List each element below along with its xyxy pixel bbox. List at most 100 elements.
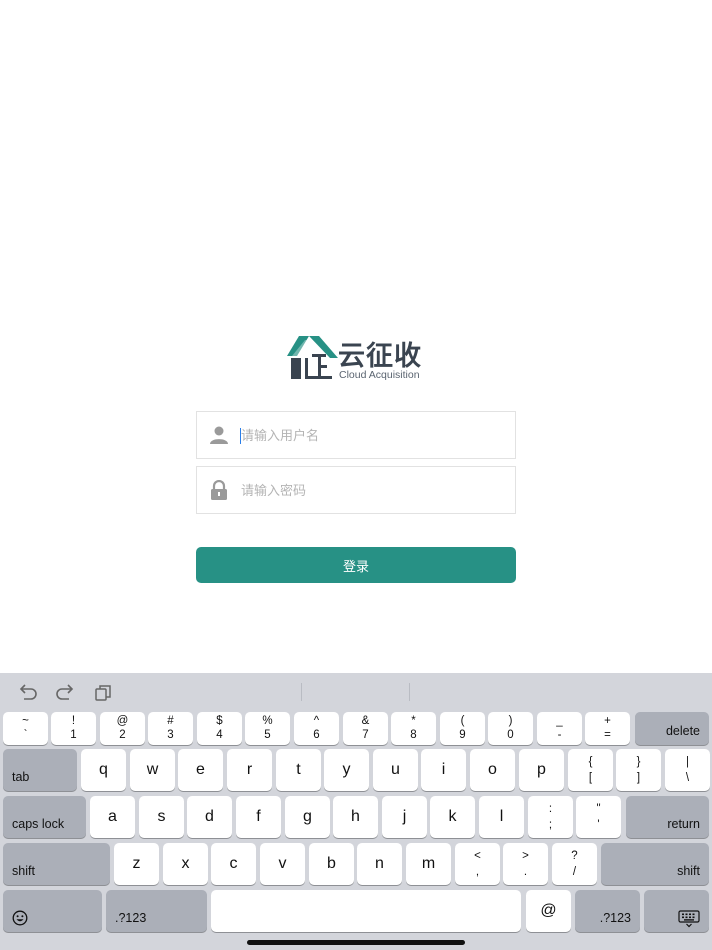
key-letter[interactable]: f: [236, 796, 281, 838]
key-letter[interactable]: o: [470, 749, 515, 791]
key-char: v: [278, 855, 287, 872]
key-top-char: %: [262, 715, 273, 727]
key-char: s: [157, 808, 166, 825]
key-sym[interactable]: & 7: [343, 712, 388, 745]
emoji-key[interactable]: [3, 890, 102, 932]
key-letter[interactable]: q: [81, 749, 126, 791]
key-sym[interactable]: {[: [568, 749, 613, 791]
toolbar-divider: [301, 683, 302, 701]
caps-lock-key[interactable]: caps lock: [3, 796, 86, 838]
paste-icon[interactable]: [92, 682, 114, 704]
shift-left-key[interactable]: shift: [3, 843, 110, 885]
key-bottom-char: =: [604, 729, 611, 741]
key-top-char: #: [167, 715, 174, 727]
key-label: shift: [12, 864, 35, 878]
key-letter[interactable]: r: [227, 749, 272, 791]
key-bottom-char: 1: [70, 729, 77, 741]
key-char: o: [488, 761, 497, 778]
key-top-char: @: [116, 715, 129, 727]
key-top-char: <: [474, 850, 481, 862]
key-letter[interactable]: j: [382, 796, 427, 838]
key-letter[interactable]: x: [163, 843, 208, 885]
key-letter[interactable]: t: [276, 749, 321, 791]
username-field[interactable]: [196, 411, 516, 459]
key-sym[interactable]: _ -: [537, 712, 582, 745]
key-letter[interactable]: p: [519, 749, 564, 791]
key-letter[interactable]: z: [114, 843, 159, 885]
key-sym[interactable]: $4: [197, 712, 242, 745]
key-top-char: >: [522, 850, 529, 862]
numbers-right-key[interactable]: .?123: [575, 890, 640, 932]
key-top-char: *: [411, 715, 416, 727]
key-letter[interactable]: n: [357, 843, 402, 885]
username-input[interactable]: [241, 412, 509, 458]
key-bottom-char: `: [23, 729, 28, 741]
key-bottom-char: ]: [636, 772, 641, 784]
key-sym[interactable]: >.: [503, 843, 548, 885]
delete-key[interactable]: delete: [635, 712, 709, 745]
return-key[interactable]: return: [626, 796, 709, 838]
key-char: i: [441, 761, 446, 778]
key-char: z: [132, 855, 141, 872]
space-key[interactable]: [211, 890, 521, 932]
key-letter[interactable]: y: [324, 749, 369, 791]
key-sym[interactable]: " ': [576, 796, 621, 838]
key-letter[interactable]: k: [430, 796, 475, 838]
key-sym[interactable]: <,: [455, 843, 500, 885]
key-letter[interactable]: a: [90, 796, 135, 838]
key-bottom-char: 9: [459, 729, 466, 741]
key-letter[interactable]: u: [373, 749, 418, 791]
key-sym[interactable]: }]: [616, 749, 661, 791]
home-indicator: [247, 940, 465, 945]
login-button[interactable]: 登录: [196, 547, 516, 583]
key-bottom-char: 6: [313, 729, 320, 741]
password-field[interactable]: [196, 466, 516, 514]
shift-right-key[interactable]: shift: [601, 843, 709, 885]
key-sym[interactable]: | \: [665, 749, 710, 791]
tab-key[interactable]: tab: [3, 749, 77, 791]
key-letter[interactable]: l: [479, 796, 524, 838]
key-sym[interactable]: ^ 6: [294, 712, 339, 745]
key-letter[interactable]: c: [211, 843, 256, 885]
key-sym[interactable]: (9: [440, 712, 485, 745]
key-char: r: [246, 761, 253, 778]
key-sym[interactable]: ) 0: [488, 712, 533, 745]
key-label: return: [667, 817, 700, 831]
undo-icon[interactable]: [17, 682, 39, 704]
key-letter[interactable]: h: [333, 796, 378, 838]
key-sym[interactable]: #3: [148, 712, 193, 745]
key-sym[interactable]: ! 1: [51, 712, 96, 745]
key-letter[interactable]: w: [130, 749, 175, 791]
key-bottom-char: 8: [410, 729, 417, 741]
key-bottom-char: -: [557, 729, 562, 741]
key-sym[interactable]: ? /: [552, 843, 597, 885]
password-input[interactable]: [241, 467, 509, 513]
key-sym[interactable]: ~ `: [3, 712, 48, 745]
key-sym[interactable]: + =: [585, 712, 630, 745]
key-sym[interactable]: @2: [100, 712, 145, 745]
key-char: c: [229, 855, 238, 872]
key-letter[interactable]: g: [285, 796, 330, 838]
key-letter[interactable]: v: [260, 843, 305, 885]
key-letter[interactable]: d: [187, 796, 232, 838]
key-bottom-char: ,: [475, 866, 480, 878]
key-char: a: [108, 808, 117, 825]
key-letter[interactable]: i: [421, 749, 466, 791]
key-letter[interactable]: e: [178, 749, 223, 791]
key-sym[interactable]: % 5: [245, 712, 290, 745]
keyboard-dismiss-key[interactable]: [644, 890, 709, 932]
key-letter[interactable]: b: [309, 843, 354, 885]
key-sym[interactable]: :;: [528, 796, 573, 838]
key-char: k: [448, 808, 457, 825]
at-key[interactable]: @: [526, 890, 571, 932]
key-top-char: ?: [571, 850, 578, 862]
key-bottom-char: ': [597, 819, 600, 831]
key-letter[interactable]: s: [139, 796, 184, 838]
key-top-char: ): [508, 715, 513, 727]
user-icon: [210, 426, 228, 444]
key-char: u: [391, 761, 400, 778]
key-sym[interactable]: * 8: [391, 712, 436, 745]
numbers-left-key[interactable]: .?123: [106, 890, 207, 932]
key-letter[interactable]: m: [406, 843, 451, 885]
redo-icon[interactable]: [54, 682, 76, 704]
